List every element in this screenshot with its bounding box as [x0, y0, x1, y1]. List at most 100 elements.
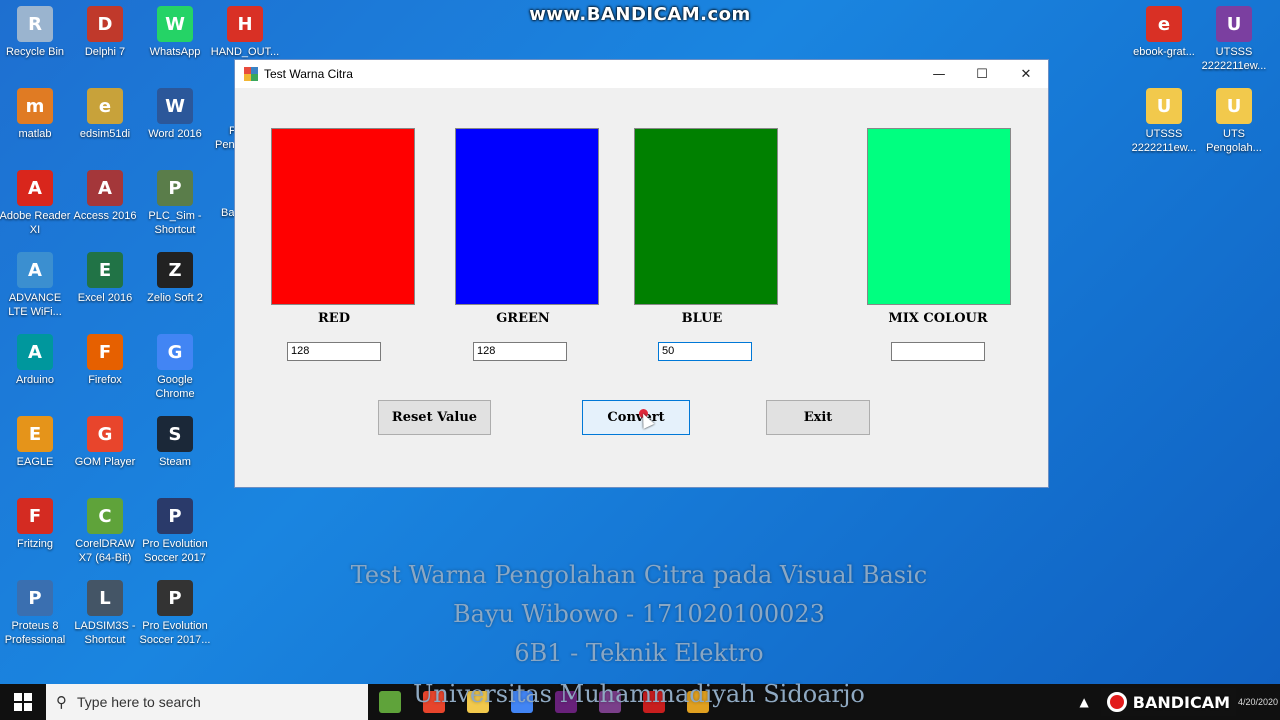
desktop-shortcut-label: Adobe Reader XI: [0, 210, 71, 236]
search-placeholder: Type here to search: [77, 694, 201, 710]
desktop-shortcut[interactable]: F Fritzing: [0, 496, 70, 576]
red-value-input[interactable]: 128: [287, 342, 381, 361]
desktop-shortcut-label: Arduino: [16, 374, 54, 386]
folder-icon: U: [1146, 88, 1182, 124]
advance-lte-icon: A: [17, 252, 53, 288]
desktop-shortcut-label: ebook-grat...: [1133, 46, 1195, 58]
desktop-shortcut[interactable]: P Pro Evolution Soccer 2017: [140, 496, 210, 576]
steam-icon: S: [157, 416, 193, 452]
desktop-shortcut[interactable]: U UTS Pengolah...: [1199, 86, 1269, 166]
whatsapp-icon: W: [157, 6, 193, 42]
desktop-shortcut-label: Proteus 8 Professional: [4, 620, 66, 646]
desktop-shortcut[interactable]: m matlab: [0, 86, 70, 166]
pdf-icon: H: [227, 6, 263, 42]
desktop-shortcut[interactable]: G GOM Player: [70, 414, 140, 494]
desktop-shortcut[interactable]: e ebook-grat...: [1129, 4, 1199, 84]
desktop-shortcut-label: HAND_OUT...: [210, 46, 280, 58]
desktop-shortcut[interactable]: R Recycle Bin: [0, 4, 70, 84]
blue-swatch: [634, 128, 778, 305]
desktop-shortcut-label: PLC_Sim - Shortcut: [148, 210, 202, 236]
matlab-icon: m: [17, 88, 53, 124]
system-tray: ▲ BANDICAM 4/20/2020: [1080, 684, 1280, 720]
start-button[interactable]: [0, 684, 46, 720]
record-icon: [1106, 692, 1127, 712]
reset-value-button[interactable]: Reset Value: [378, 400, 491, 435]
mix-colour-label: MIX COLOUR: [888, 311, 988, 326]
desktop-shortcut[interactable]: Z Zelio Soft 2: [140, 250, 210, 330]
desktop-shortcut[interactable]: U UTSSS 2222211ew...: [1199, 4, 1269, 84]
desktop-shortcut[interactable]: P PLC_Sim - Shortcut: [140, 168, 210, 248]
app-icon: [244, 67, 258, 81]
desktop-shortcut-label: CorelDRAW X7 (64-Bit): [75, 538, 135, 564]
mix-colour-output[interactable]: [891, 342, 985, 361]
desktop-shortcut[interactable]: e edsim51di: [70, 86, 140, 166]
desktop-shortcut[interactable]: G Google Chrome: [140, 332, 210, 412]
chrome-icon: G: [157, 334, 193, 370]
desktop-shortcut[interactable]: U UTSSS 2222211ew...: [1129, 86, 1199, 166]
proteus-icon: P: [17, 580, 53, 616]
desktop-shortcut-label: Pro Evolution Soccer 2017: [142, 538, 208, 564]
desktop-shortcut[interactable]: P Pro Evolution Soccer 2017...: [140, 578, 210, 658]
show-hidden-icons-icon[interactable]: ▲: [1080, 695, 1089, 709]
desktop-shortcut[interactable]: D Delphi 7: [70, 4, 140, 84]
desktop-shortcut-label: UTSSS 2222211ew...: [1131, 128, 1197, 154]
partial-icon-label: Ba: [221, 207, 235, 219]
clock-date: 4/20/2020: [1237, 696, 1279, 707]
exit-button[interactable]: Exit: [766, 400, 870, 435]
blue-label: BLUE: [681, 311, 723, 326]
close-button[interactable]: ✕: [1004, 60, 1048, 88]
desktop-shortcut[interactable]: C CorelDRAW X7 (64-Bit): [70, 496, 140, 576]
zelio-soft-icon: Z: [157, 252, 193, 288]
eagle-icon: E: [17, 416, 53, 452]
blue-value-input[interactable]: 50: [658, 342, 752, 361]
green-value-input[interactable]: 128: [473, 342, 567, 361]
green-label: GREEN: [496, 311, 550, 326]
delphi-icon: D: [87, 6, 123, 42]
desktop-shortcut-label: matlab: [18, 128, 52, 140]
mix-colour-swatch: [867, 128, 1011, 305]
desktop-shortcut-label: Access 2016: [73, 210, 137, 222]
maximize-button[interactable]: ☐: [960, 60, 1004, 88]
search-icon: ⚲: [56, 693, 67, 711]
winrar-icon: U: [1216, 6, 1252, 42]
desktop-shortcut[interactable]: E EAGLE: [0, 414, 70, 494]
desktop-shortcut[interactable]: W Word 2016: [140, 86, 210, 166]
desktop-shortcut[interactable]: A Arduino: [0, 332, 70, 412]
access-icon: A: [87, 170, 123, 206]
desktop-shortcut-label: Excel 2016: [77, 292, 133, 304]
desktop-shortcut[interactable]: A Adobe Reader XI: [0, 168, 70, 248]
desktop-shortcut-label: Pro Evolution Soccer 2017...: [139, 620, 211, 646]
desktop-shortcut-label: GOM Player: [74, 456, 136, 468]
desktop-shortcut[interactable]: E Excel 2016: [70, 250, 140, 330]
desktop-shortcut[interactable]: P Proteus 8 Professional: [0, 578, 70, 658]
title-bar[interactable]: Test Warna Citra — ☐ ✕: [235, 60, 1048, 88]
desktop-shortcut[interactable]: A ADVANCE LTE WiFi...: [0, 250, 70, 330]
window-title: Test Warna Citra: [264, 67, 353, 81]
windows-logo-icon: [14, 693, 32, 711]
caption-line-1: Test Warna Pengolahan Citra pada Visual …: [350, 561, 928, 589]
pdf-icon: e: [1146, 6, 1182, 42]
desktop-shortcut[interactable]: A Access 2016: [70, 168, 140, 248]
desktop-shortcut[interactable]: L LADSIM3S - Shortcut: [70, 578, 140, 658]
folder-icon: U: [1216, 88, 1252, 124]
convert-button[interactable]: Convert: [582, 400, 690, 435]
bandicam-logo-text: BANDICAM: [1132, 692, 1230, 712]
adobe-reader-icon: A: [17, 170, 53, 206]
desktop-shortcut-label: UTSSS 2222211ew...: [1201, 46, 1267, 72]
minimize-button[interactable]: —: [917, 60, 961, 88]
desktop-shortcut-label: Word 2016: [148, 128, 202, 140]
clock[interactable]: 4/20/2020: [1236, 697, 1280, 708]
desktop-shortcut-label: Google Chrome: [155, 374, 195, 400]
desktop-shortcut-label: Steam: [159, 456, 191, 468]
desktop-shortcut[interactable]: S Steam: [140, 414, 210, 494]
desktop-shortcut-label: Recycle Bin: [5, 46, 65, 58]
desktop-shortcut-label: Firefox: [88, 374, 122, 386]
folder-zip-icon: e: [87, 88, 123, 124]
desktop-shortcut-label: ADVANCE LTE WiFi...: [8, 292, 62, 318]
desktop-shortcut[interactable]: W WhatsApp: [140, 4, 210, 84]
test-warna-citra-window: Test Warna Citra — ☐ ✕ RED GREEN BLUE MI…: [234, 59, 1049, 488]
ladsim-icon: L: [87, 580, 123, 616]
partial-icon-label: Pen: [215, 139, 235, 151]
desktop-shortcut[interactable]: F Firefox: [70, 332, 140, 412]
desktop-shortcut-label: EAGLE: [16, 456, 54, 468]
